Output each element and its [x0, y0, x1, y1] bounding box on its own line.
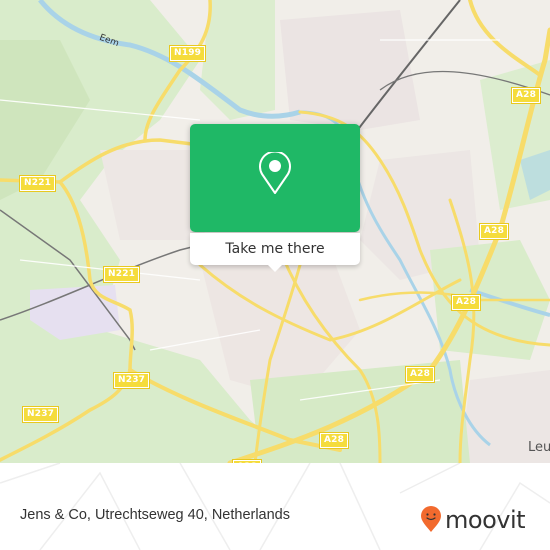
road-label-a28: A28: [406, 367, 435, 382]
road-label-a28: A28: [512, 88, 541, 103]
location-popup: [190, 124, 360, 232]
take-me-there-button[interactable]: Take me there: [190, 233, 360, 272]
road-label-a28: A28: [320, 433, 349, 448]
road-label-n199: N199: [170, 46, 206, 61]
location-pin-icon: [259, 152, 291, 194]
road-label-n237: N237: [23, 407, 59, 422]
road-label-a28: A28: [452, 295, 481, 310]
popup-header: [190, 124, 360, 232]
place-label-leusden: Leu: [528, 440, 550, 455]
moovit-wordmark: moovit: [445, 505, 526, 534]
road-label-a28: A28: [480, 224, 509, 239]
address-text: Jens & Co, Utrechtseweg 40, Netherlands: [20, 507, 290, 523]
moovit-logo[interactable]: moovit: [420, 505, 526, 534]
road-label-n221: N221: [104, 267, 140, 282]
road-label-n237: N237: [114, 373, 150, 388]
moovit-pin-icon: [421, 506, 441, 532]
road-label-n221: N221: [20, 176, 56, 191]
